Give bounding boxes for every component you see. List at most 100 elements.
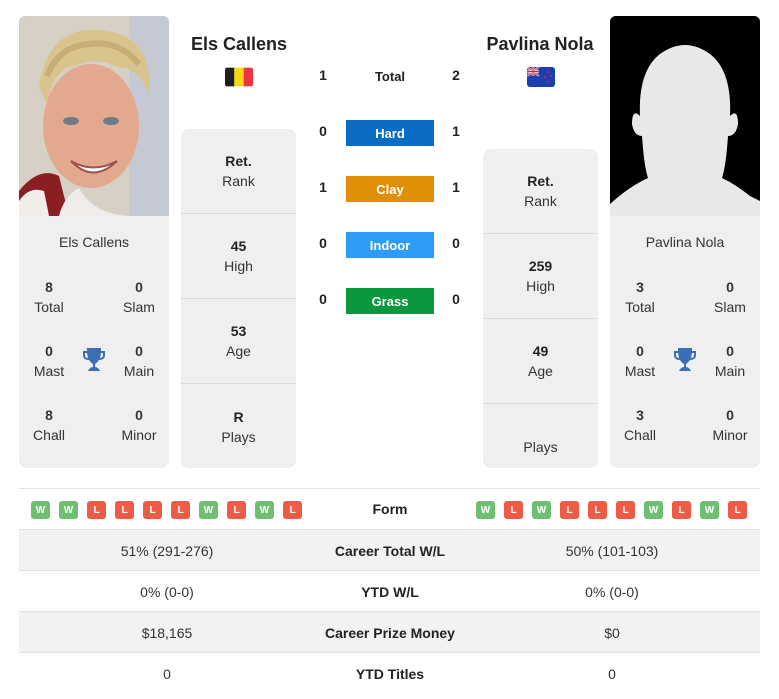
stat-label: Slam	[714, 299, 746, 315]
info-label: High	[526, 278, 555, 294]
player2-rank: Ret. Rank	[483, 149, 598, 234]
stat-label: Total	[625, 299, 655, 315]
form-result-badge: L	[588, 501, 607, 519]
stat-label: Chall	[624, 427, 656, 443]
trophy-icon	[674, 348, 696, 371]
stat-label: Chall	[33, 427, 65, 443]
player1-ytd-wl: 0% (0-0)	[140, 583, 194, 600]
h2h-total-label: Total	[374, 69, 406, 84]
h2h-grass-p2: 0	[452, 291, 460, 307]
info-value: R	[233, 408, 244, 425]
player2-titles-total: 3 Total	[610, 277, 670, 317]
stat-value: 8	[45, 407, 53, 423]
player1-titles-total: 8 Total	[19, 277, 79, 317]
belgium-flag-icon	[225, 67, 253, 87]
info-label: High	[224, 258, 253, 274]
stat-label: Mast	[624, 363, 656, 379]
player2-age: 49 Age	[483, 319, 598, 404]
stat-label: Mast	[33, 363, 65, 379]
h2h-clay-p2: 1	[452, 179, 460, 195]
player1-high: 45 High	[181, 214, 296, 299]
stat-value: 0	[135, 343, 143, 359]
stat-label: Main	[123, 363, 155, 379]
stat-label: YTD Titles	[355, 665, 425, 682]
form-result-badge: L	[227, 501, 246, 519]
player1-plays: R Plays	[181, 384, 296, 468]
player2-ytd-titles: 0	[608, 665, 616, 682]
divider	[19, 488, 760, 489]
stat-value: 0	[726, 343, 734, 359]
stat-value: 8	[45, 279, 53, 295]
h2h-hard-p2: 1	[452, 123, 460, 139]
player1-info-card: Ret. Rank 45 High 53 Age R Plays	[181, 129, 296, 468]
info-label: Age	[226, 343, 251, 359]
form-result-badge: L	[115, 501, 134, 519]
h2h-indoor-p2: 0	[452, 235, 460, 251]
h2h-grass-p1: 0	[319, 291, 327, 307]
surface-indoor-badge: Indoor	[346, 232, 434, 258]
player2-ytd-wl: 0% (0-0)	[585, 583, 639, 600]
stat-label: Main	[714, 363, 746, 379]
form-result-badge: L	[504, 501, 523, 519]
player1-portrait-icon	[19, 16, 169, 216]
player1-titles-chall: 8 Chall	[19, 405, 79, 445]
player2-card-name: Pavlina Nola	[645, 234, 725, 250]
form-result-badge: L	[87, 501, 106, 519]
stats-row-ytd-titles: 0 YTD Titles 0	[19, 653, 760, 694]
h2h-hard-p1: 0	[319, 123, 327, 139]
info-value: 45	[230, 238, 247, 254]
player2-titles-chall: 3 Chall	[610, 405, 670, 445]
stat-value: 0	[45, 343, 53, 359]
form-result-badge: W	[255, 501, 274, 519]
stats-row-career-wl: 51% (291-276) Career Total W/L 50% (101-…	[19, 530, 760, 571]
form-result-badge: W	[199, 501, 218, 519]
player2-name-link[interactable]: Pavlina Nola	[470, 34, 610, 55]
h2h-total-p1: 1	[319, 67, 327, 83]
info-value: Ret.	[527, 173, 554, 189]
player2-prize-money: $0	[604, 624, 620, 641]
stat-label: Career Total W/L	[334, 542, 446, 559]
form-result-badge: L	[560, 501, 579, 519]
player1-titles-minor: 0 Minor	[109, 405, 169, 445]
info-value: Ret.	[225, 153, 252, 169]
player2-plays: Plays	[483, 404, 598, 468]
form-result-badge: L	[283, 501, 302, 519]
info-value: 49	[532, 343, 549, 359]
player2-info-card: Ret. Rank 259 High 49 Age Plays	[483, 149, 598, 468]
form-result-badge: W	[476, 501, 495, 519]
player1-career-wl: 51% (291-276)	[120, 542, 214, 559]
form-result-badge: L	[728, 501, 747, 519]
form-result-badge: L	[672, 501, 691, 519]
info-label: Rank	[524, 193, 557, 209]
form-result-badge: W	[31, 501, 50, 519]
player1-titles-main: 0 Main	[109, 341, 169, 381]
form-label: Form	[372, 501, 408, 517]
player1-photo	[19, 16, 169, 216]
info-value: 53	[230, 323, 247, 339]
surface-grass-badge: Grass	[346, 288, 434, 314]
surface-clay-badge: Clay	[346, 176, 434, 202]
stat-label: Career Prize Money	[325, 624, 455, 641]
player2-titles-main: 0 Main	[700, 341, 760, 381]
player2-career-wl: 50% (101-103)	[565, 542, 659, 559]
stat-value: 0	[726, 279, 734, 295]
form-result-badge: W	[644, 501, 663, 519]
stats-row-prize-money: $18,165 Career Prize Money $0	[19, 612, 760, 653]
player1-rank: Ret. Rank	[181, 129, 296, 214]
stat-value: 0	[135, 407, 143, 423]
stat-value: 0	[636, 343, 644, 359]
player1-card-name: Els Callens	[58, 234, 130, 250]
form-result-badge: W	[700, 501, 719, 519]
new-zealand-flag-icon	[527, 67, 555, 87]
stat-value: 0	[135, 279, 143, 295]
form-result-badge: L	[616, 501, 635, 519]
player1-name-link[interactable]: Els Callens	[169, 34, 309, 55]
h2h-clay-p1: 1	[319, 179, 327, 195]
player1-titles-slam: 0 Slam	[109, 277, 169, 317]
player2-high: 259 High	[483, 234, 598, 319]
info-label: Plays	[221, 428, 256, 445]
player1-titles-mast: 0 Mast	[19, 341, 79, 381]
stat-value: 0	[726, 407, 734, 423]
player1-age: 53 Age	[181, 299, 296, 384]
form-result-badge: W	[59, 501, 78, 519]
